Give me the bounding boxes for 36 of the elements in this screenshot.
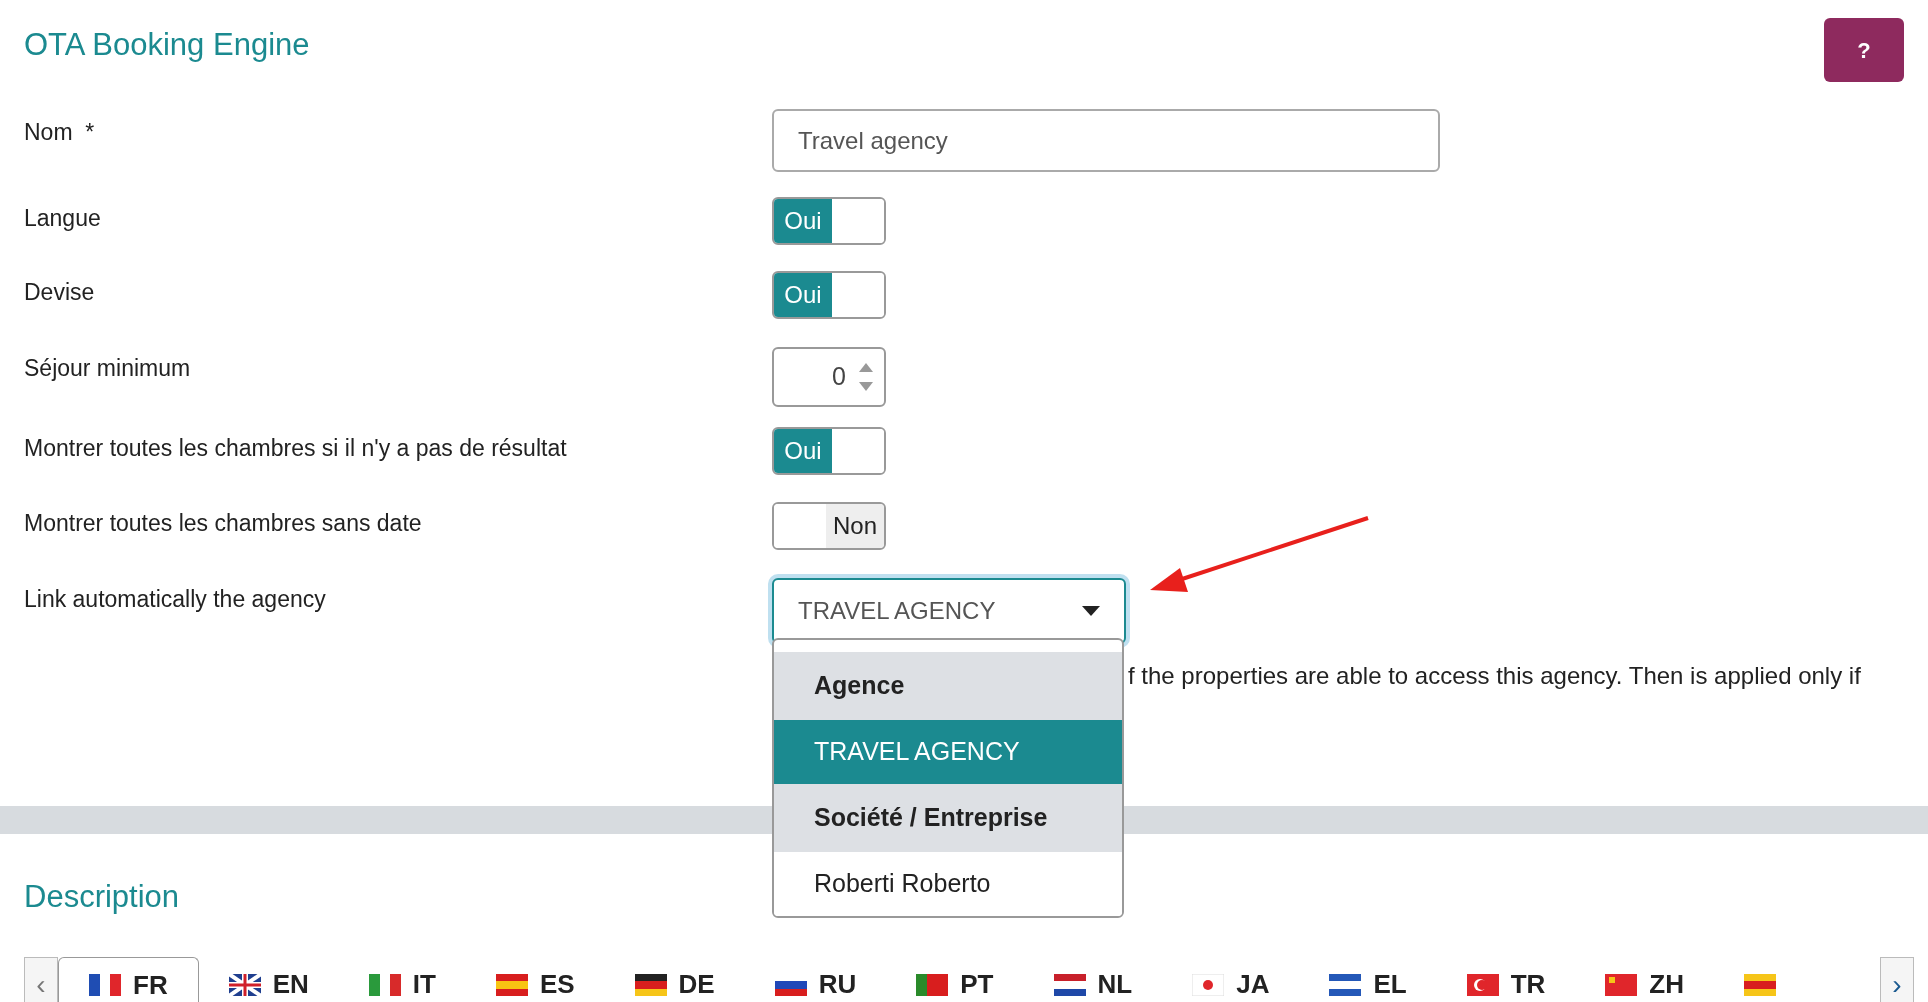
help-button[interactable]: ? — [1824, 18, 1904, 82]
field-label: Nom * — [24, 118, 96, 147]
dropdown-group-header: Société / Entreprise — [774, 784, 1122, 852]
flag-icon — [89, 974, 121, 996]
flag-icon — [1053, 973, 1086, 996]
flag-icon — [634, 973, 667, 996]
field-label: Devise — [24, 278, 96, 307]
flag-icon — [1192, 973, 1225, 996]
flag-icon — [1605, 973, 1638, 996]
number-input[interactable]: 0 — [772, 347, 886, 407]
flag-icon — [1744, 973, 1776, 996]
help-text: f the properties are able to access this agency. Then is applied only if — [1128, 662, 1861, 689]
section-title: Description — [24, 878, 180, 916]
flag-icon — [916, 973, 949, 996]
field-label: Montrer toutes les chambres si il n'y a pas de résultat — [24, 434, 568, 463]
flag-icon — [1466, 973, 1499, 996]
toggle-switch[interactable]: Non — [772, 502, 886, 550]
toggle-switch[interactable]: Oui — [772, 271, 886, 319]
flag-icon — [368, 973, 401, 996]
field-label: Séjour minimum — [24, 354, 192, 383]
toggle-switch[interactable]: Oui — [772, 197, 886, 245]
flag-icon — [1329, 973, 1362, 996]
dropdown-option[interactable]: TRAVEL AGENCY — [774, 720, 1122, 784]
toggle-switch[interactable]: Oui — [772, 427, 886, 475]
field-label: Langue — [24, 204, 102, 233]
scroll-left-button[interactable]: ‹ — [24, 956, 58, 1002]
flag-icon — [228, 973, 261, 996]
page-title: OTA Booking Engine — [24, 26, 310, 64]
field-label: Link automatically the agency — [24, 585, 327, 614]
name-input[interactable]: Travel agency — [772, 109, 1440, 172]
flag-icon — [495, 973, 528, 996]
language-tab[interactable]: FR — [58, 956, 199, 1002]
caret-icon — [1082, 606, 1100, 616]
dropdown-group-header: Agence — [774, 652, 1122, 720]
field-label: Montrer toutes les chambres sans date — [24, 509, 423, 538]
scroll-right-button[interactable]: › — [1880, 956, 1914, 1002]
